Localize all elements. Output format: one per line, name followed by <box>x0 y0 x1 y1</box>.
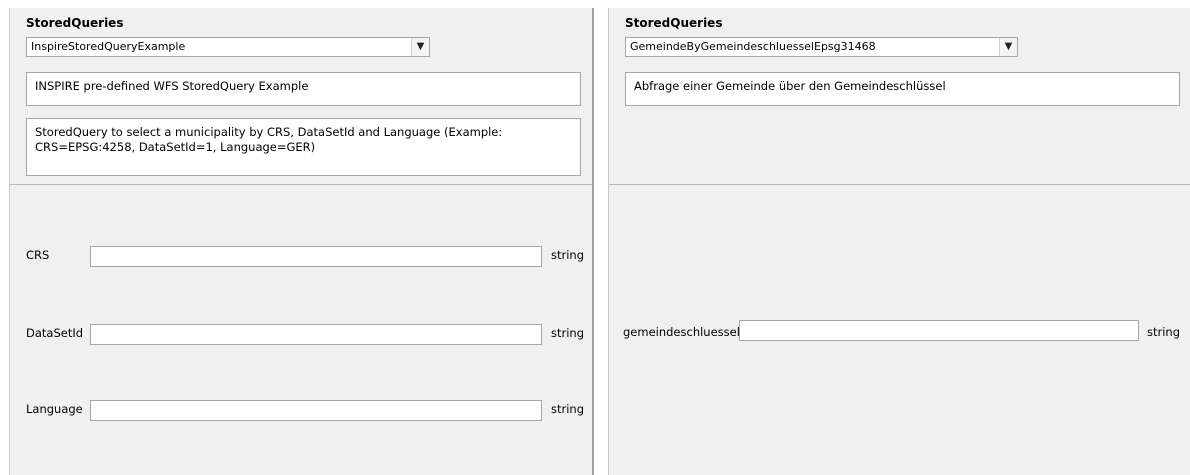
param-label-crs: CRS <box>26 248 50 262</box>
stored-query-select[interactable]: InspireStoredQueryExample ▼ <box>26 37 430 57</box>
param-type-language: string <box>551 402 585 416</box>
stored-query-select-value: GemeindeByGemeindeschluesselEpsg31468 <box>630 40 876 53</box>
param-type-crs: string <box>551 248 585 262</box>
stored-query-select[interactable]: GemeindeByGemeindeschluesselEpsg31468 ▼ <box>625 37 1018 57</box>
param-label-language: Language <box>26 402 83 416</box>
query-title-text: Abfrage einer Gemeinde über den Gemeinde… <box>634 79 946 93</box>
param-type-datasetid: string <box>551 326 585 340</box>
param-input-language[interactable] <box>90 400 542 421</box>
param-label-gemeindeschluessel: gemeindeschluessel <box>623 325 740 339</box>
param-input-crs[interactable] <box>90 246 542 267</box>
param-type-gemeindeschluessel: string <box>1147 325 1181 339</box>
stored-queries-panel-left: StoredQueries InspireStoredQueryExample … <box>9 8 594 475</box>
param-input-gemeindeschluessel[interactable] <box>739 320 1139 341</box>
query-title-field[interactable]: INSPIRE pre-defined WFS StoredQuery Exam… <box>26 72 581 106</box>
divider <box>609 184 1190 185</box>
param-label-datasetid: DataSetId <box>26 326 84 340</box>
section-title: StoredQueries <box>625 16 723 30</box>
chevron-down-icon[interactable]: ▼ <box>411 38 429 56</box>
stored-query-select-value: InspireStoredQueryExample <box>31 40 186 53</box>
section-title: StoredQueries <box>26 16 124 30</box>
divider <box>10 184 592 185</box>
query-title-text: INSPIRE pre-defined WFS StoredQuery Exam… <box>35 79 309 93</box>
query-abstract-field[interactable]: StoredQuery to select a municipality by … <box>26 118 581 176</box>
query-title-field[interactable]: Abfrage einer Gemeinde über den Gemeinde… <box>625 72 1180 106</box>
stored-queries-panel-right: StoredQueries GemeindeByGemeindeschluess… <box>608 8 1190 475</box>
query-abstract-text: StoredQuery to select a municipality by … <box>35 125 503 154</box>
param-input-datasetid[interactable] <box>90 324 542 345</box>
chevron-down-icon[interactable]: ▼ <box>999 38 1017 56</box>
